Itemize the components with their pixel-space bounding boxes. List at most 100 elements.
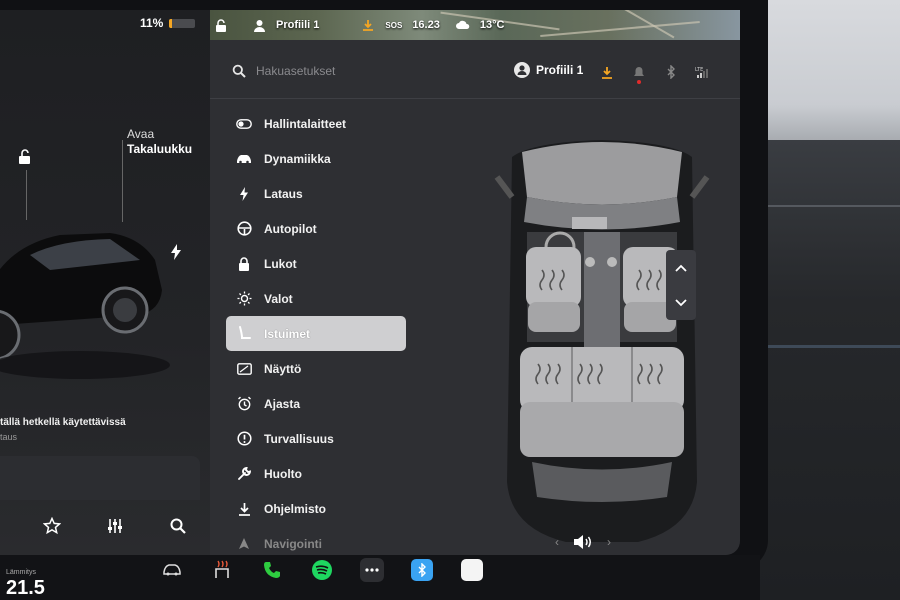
bluetooth-app-icon[interactable]: [410, 558, 434, 582]
car-panel: 11% Avaa Takaluukku tällä hetkellä käyte…: [0, 10, 210, 555]
menu-item-huolto[interactable]: Huolto: [226, 456, 406, 491]
open-trunk-button[interactable]: Avaa Takaluukku: [127, 127, 192, 157]
menu-item-label: Ajasta: [264, 396, 301, 411]
toggle-icon: [236, 116, 252, 132]
seat-heater-diagram: [494, 140, 710, 542]
background-window: [760, 0, 900, 150]
volume-up-button[interactable]: ›: [607, 535, 611, 549]
phone-icon[interactable]: [260, 558, 284, 582]
volume-down-button[interactable]: ‹: [555, 535, 559, 549]
profile-status-icon[interactable]: [252, 18, 266, 32]
menu-item-istuimet[interactable]: Istuimet: [226, 316, 406, 351]
outside-temperature: 13°C: [479, 19, 505, 31]
chevron-up-icon[interactable]: [674, 261, 688, 275]
seat-scroll-control: [666, 250, 696, 320]
navigation-icon: [236, 536, 252, 552]
status-bar: Profiili 1 SOS 16.23 13°C: [210, 10, 740, 40]
more-apps-icon[interactable]: [360, 558, 384, 582]
header-icons: LTE: [598, 64, 712, 84]
menu-item-navigointi[interactable]: Navigointi: [226, 526, 406, 555]
cloud-icon: [455, 18, 470, 32]
sun-icon: [236, 291, 252, 307]
menu-item-label: Lukot: [264, 256, 297, 271]
menu-item-valot[interactable]: Valot: [226, 281, 406, 316]
dashboard-trim: [765, 205, 900, 207]
menu-item-lukot[interactable]: Lukot: [226, 246, 406, 281]
bell-icon[interactable]: [630, 64, 648, 84]
notes-app-icon[interactable]: [460, 558, 484, 582]
unavailable-subtext: taus: [0, 432, 18, 442]
menu-item-hallintalaitteet[interactable]: Hallintalaitteet: [226, 106, 406, 141]
menu-item-label: Lataus: [264, 186, 303, 201]
charge-port-icon[interactable]: [170, 244, 182, 260]
alarm-clock-icon: [236, 396, 252, 412]
dock-apps: [160, 558, 484, 582]
frunk-pointer-line: [26, 170, 27, 220]
menu-item-turvallisuus[interactable]: Turvallisuus: [226, 421, 406, 456]
profile-icon: [514, 62, 530, 78]
steering-wheel-icon: [236, 221, 252, 237]
status-profile-name[interactable]: Profiili 1: [276, 19, 319, 31]
lte-signal-icon: LTE: [694, 64, 712, 80]
menu-item-ohjelmisto[interactable]: Ohjelmisto: [226, 491, 406, 526]
download-status-icon[interactable]: [361, 18, 375, 32]
car-icon: [236, 151, 252, 167]
svg-text:LTE: LTE: [695, 67, 703, 73]
download-icon: [236, 501, 252, 517]
background-dashboard: [750, 140, 900, 600]
climate-label: Lämmitys: [6, 569, 36, 576]
menu-item-label: Navigointi: [264, 536, 323, 551]
touchscreen: 11% Avaa Takaluukku tällä hetkellä käyte…: [0, 10, 740, 555]
battery-bar: [169, 18, 196, 28]
header-divider: [210, 98, 740, 99]
chevron-down-icon[interactable]: [674, 296, 688, 310]
trunk-pointer-line: [122, 140, 123, 222]
speaker-icon[interactable]: [573, 534, 593, 550]
settings-menu: Hallintalaitteet Dynamiikka Lataus Autopilo…: [226, 106, 406, 555]
seat-heater-icon[interactable]: [210, 558, 234, 582]
star-icon[interactable]: [42, 516, 62, 536]
battery-percent: 11%: [140, 16, 164, 30]
menu-item-autopilot[interactable]: Autopilot: [226, 211, 406, 246]
lock-status-icon[interactable]: [214, 18, 228, 32]
menu-item-lataus[interactable]: Lataus: [226, 176, 406, 211]
menu-item-label: Turvallisuus: [264, 431, 334, 446]
menu-item-ajasta[interactable]: Ajasta: [226, 386, 406, 421]
search-icon: [232, 64, 246, 78]
car-icon[interactable]: [160, 558, 184, 582]
menu-item-label: Ohjelmisto: [264, 501, 327, 516]
menu-item-label: Istuimet: [264, 326, 311, 341]
clock-time: 16.23: [412, 19, 440, 31]
sliders-icon[interactable]: [105, 516, 125, 536]
volume-control: ‹ ›: [555, 534, 611, 550]
settings-header: Profiili 1 LTE: [210, 46, 740, 96]
profile-button[interactable]: Profiili 1: [514, 62, 583, 78]
profile-name: Profiili 1: [536, 63, 584, 77]
dashboard-accent-line: [765, 345, 900, 348]
trunk-action-label: Avaa: [127, 127, 155, 141]
battery-fill: [169, 18, 173, 28]
menu-item-label: Näyttö: [264, 361, 302, 376]
menu-item-label: Dynamiikka: [264, 151, 331, 166]
media-card[interactable]: [0, 456, 200, 500]
seat-icon: [236, 326, 252, 342]
settings-search-input[interactable]: [256, 60, 456, 82]
car-model-image: [0, 233, 170, 379]
unlock-frunk-icon[interactable]: [16, 148, 34, 166]
trunk-name-label: Takaluukku: [127, 142, 193, 156]
spotify-icon[interactable]: [310, 558, 334, 582]
climate-temperature[interactable]: 21.5: [6, 577, 45, 600]
lock-icon: [236, 256, 252, 272]
search-icon[interactable]: [168, 516, 188, 536]
notification-dot: [637, 80, 641, 84]
menu-item-label: Valot: [264, 291, 293, 306]
menu-item-dynamiikka[interactable]: Dynamiikka: [226, 141, 406, 176]
bluetooth-icon[interactable]: [662, 64, 680, 80]
sos-label[interactable]: SOS: [385, 21, 402, 30]
menu-item-naytto[interactable]: Näyttö: [226, 351, 406, 386]
bolt-icon: [236, 186, 252, 202]
menu-item-label: Huolto: [264, 466, 302, 481]
display-icon: [236, 361, 252, 377]
car-action-bar: [0, 506, 210, 546]
download-icon[interactable]: [598, 64, 616, 80]
